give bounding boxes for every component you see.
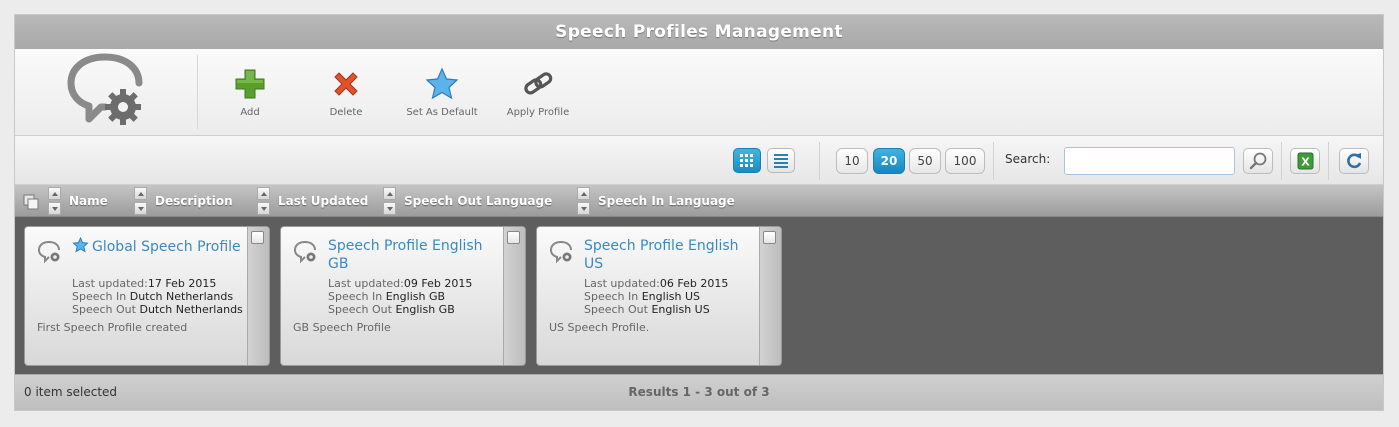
apply-profile-label: Apply Profile [506,107,570,118]
main-panel: Speech Profiles Management Add Delete Se… [14,14,1384,411]
control-divider [1328,142,1329,180]
column-header-description[interactable]: Description [155,185,233,217]
profile-card[interactable]: Speech Profile English GB Last updated:0… [280,226,526,366]
speech-in-sort-control[interactable] [577,187,590,215]
speech-in-value: English US [641,290,700,303]
magnifier-icon [1249,152,1267,170]
page-size-20-button[interactable]: 20 [873,148,905,174]
search-button[interactable] [1243,148,1273,174]
delete-button[interactable]: Delete [301,67,391,123]
page-size-10-button[interactable]: 10 [836,148,868,174]
column-header-name[interactable]: Name [69,185,108,217]
speech-in-value: Dutch Netherlands [129,290,234,303]
speech-out-label: Speech Out [328,303,392,316]
profile-meta: Last updated:09 Feb 2015 Speech In Engli… [328,277,472,316]
card-checkbox[interactable] [507,231,520,244]
last-updated-label: Last updated: [584,277,660,290]
list-view-button[interactable] [767,148,795,173]
svg-text:X: X [1301,156,1310,169]
card-side-strip [247,227,269,365]
card-checkbox[interactable] [251,231,264,244]
speech-out-value: Dutch Netherlands [139,303,243,316]
apply-profile-button[interactable]: Apply Profile [493,67,583,123]
search-label: Search: [1005,152,1051,166]
toolbar-divider [197,55,198,129]
excel-icon: X [1297,152,1314,170]
window-title: Speech Profiles Management [15,15,1383,49]
speech-in-label: Speech In [72,290,127,303]
last-updated-value: 17 Feb 2015 [147,277,217,290]
results-summary: Results 1 - 3 out of 3 [628,385,770,399]
toolbar: Add Delete Set As Default Apply Profile [15,49,1383,136]
export-excel-button[interactable]: X [1290,148,1320,174]
speech-gear-icon [549,241,572,264]
profile-name-link[interactable]: Speech Profile English US [584,237,759,273]
speech-gear-icon [293,241,316,264]
description-sort-control[interactable] [134,187,147,215]
refresh-button[interactable] [1339,148,1369,174]
set-as-default-label: Set As Default [406,107,478,118]
last-updated-label: Last updated: [72,277,148,290]
set-as-default-button[interactable]: Set As Default [397,67,487,123]
profile-description: GB Speech Profile [293,321,391,334]
speech-out-value: English GB [395,303,455,316]
last-updated-label: Last updated: [328,277,404,290]
profile-meta: Last updated:17 Feb 2015 Speech In Dutch… [72,277,243,316]
search-input[interactable] [1064,147,1235,175]
card-checkbox[interactable] [763,231,776,244]
profile-description: First Speech Profile created [37,321,188,334]
profile-grid: Global Speech Profile Last updated:17 Fe… [15,217,1383,374]
status-footer: Results 1 - 3 out of 3 0 item selected [15,374,1383,410]
grid-view-icon [740,154,753,167]
chain-link-icon [524,72,553,95]
profile-card[interactable]: Global Speech Profile Last updated:17 Fe… [24,226,270,366]
speech-out-label: Speech Out [584,303,648,316]
control-divider [993,142,994,180]
profile-name-link[interactable]: Speech Profile English GB [328,237,503,273]
list-view-icon [774,154,788,168]
selection-count: 0 item selected [24,385,118,399]
speech-out-value: English US [651,303,710,316]
control-divider [819,142,820,180]
refresh-icon [1347,153,1362,169]
speech-gear-icon [67,53,143,125]
column-header-last-updated[interactable]: Last Updated [278,185,368,217]
profile-name: Speech Profile English US [584,238,739,272]
speech-gear-icon [37,241,60,264]
control-bar: 10 20 50 100 Search: X [15,136,1383,185]
delete-label: Delete [329,107,363,118]
plus-icon [235,69,265,99]
add-label: Add [240,107,260,118]
card-side-strip [503,227,525,365]
profile-name: Global Speech Profile [92,239,241,255]
speech-out-label: Speech Out [72,303,136,316]
card-side-strip [759,227,781,365]
profile-name: Speech Profile English GB [328,238,483,272]
column-header-speech-in-language[interactable]: Speech In Language [598,185,735,217]
speech-out-sort-control[interactable] [383,187,396,215]
speech-in-label: Speech In [584,290,639,303]
profile-description: US Speech Profile. [549,321,650,334]
grid-view-button[interactable] [733,148,761,173]
add-button[interactable]: Add [205,67,295,123]
last-updated-value: 09 Feb 2015 [403,277,473,290]
star-icon [425,67,459,100]
page-size-50-button[interactable]: 50 [909,148,941,174]
speech-in-value: English GB [385,290,446,303]
select-all-icon[interactable] [23,194,39,210]
profile-card[interactable]: Speech Profile English US Last updated:0… [536,226,782,366]
last-updated-value: 06 Feb 2015 [659,277,729,290]
column-header-speech-out-language[interactable]: Speech Out Language [404,185,552,217]
column-header-row: Name Description Last Updated Speech Out… [15,185,1383,217]
profile-name-link[interactable]: Global Speech Profile [72,237,247,256]
x-icon [334,72,358,96]
default-star-icon [72,237,89,253]
name-sort-control[interactable] [48,187,61,215]
page-size-100-button[interactable]: 100 [945,148,985,174]
profile-meta: Last updated:06 Feb 2015 Speech In Engli… [584,277,728,316]
last-updated-sort-control[interactable] [257,187,270,215]
control-divider [1281,142,1282,180]
speech-in-label: Speech In [328,290,383,303]
